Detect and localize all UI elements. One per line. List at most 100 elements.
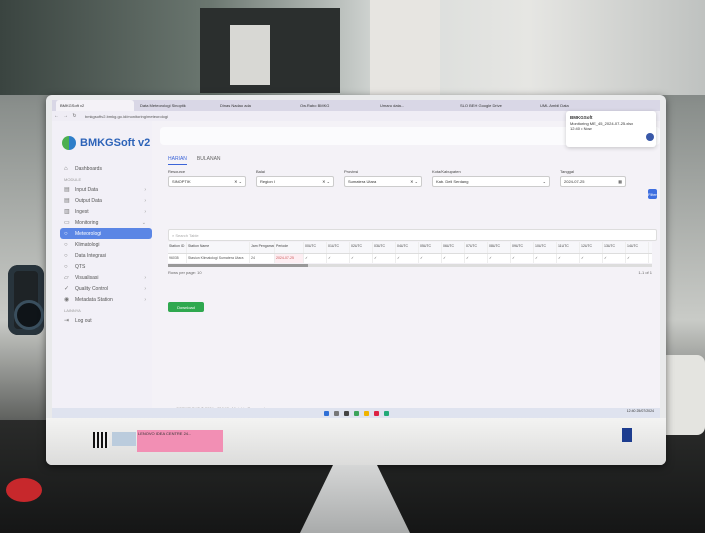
back-icon[interactable]: ← bbox=[52, 113, 61, 119]
avatar[interactable] bbox=[646, 133, 654, 141]
search-icon[interactable] bbox=[333, 410, 339, 416]
pagination[interactable]: 1-1 of 1 bbox=[638, 270, 652, 275]
table-cell: ✓ bbox=[511, 254, 534, 263]
column-header[interactable]: 06UTC bbox=[442, 242, 465, 253]
chart-icon: ▱ bbox=[64, 275, 69, 281]
notification-title: BMKGSoft bbox=[570, 115, 593, 120]
sidebar-item-input-data[interactable]: ▤ Input Data › bbox=[60, 184, 152, 195]
provinsi-select[interactable]: Sumatera Utara ✕ ⌄ bbox=[344, 176, 422, 187]
table-search-input[interactable]: ⌕ Search Table bbox=[168, 229, 657, 241]
column-header[interactable]: 14UTC bbox=[626, 242, 649, 253]
column-header[interactable]: 03UTC bbox=[373, 242, 396, 253]
sidebar-item-metadata-station[interactable]: ◉ Metadata Station › bbox=[60, 294, 152, 305]
balai-select[interactable]: Region I ✕ ⌄ bbox=[256, 176, 334, 187]
table-cell: ✓ bbox=[534, 254, 557, 263]
sidebar-menu: ⌂ Dashboards MODULE ▤ Input Data › ▤ Output … bbox=[60, 163, 152, 326]
qr-sticker bbox=[93, 432, 109, 448]
section-label-lainnya: LAINNYA bbox=[64, 307, 81, 313]
sidebar-item-qts[interactable]: ○ QTS bbox=[60, 261, 152, 272]
column-header[interactable]: 11UTC bbox=[557, 242, 580, 253]
start-icon[interactable] bbox=[323, 410, 329, 416]
column-header[interactable]: Jam Pengamatan bbox=[250, 242, 275, 253]
app: BMKGSoft v2 ⌂ Dashboards MODULE ▤ Input Da… bbox=[52, 111, 660, 418]
brand-badge bbox=[622, 428, 632, 442]
table-row[interactable]: 96035 Stasiun Klimatologi Sumatera Utara 2… bbox=[168, 254, 652, 263]
column-header[interactable]: 01UTC bbox=[327, 242, 350, 253]
database-icon: ▥ bbox=[64, 209, 70, 215]
taskbar bbox=[52, 408, 660, 418]
sidebar-item-quality-control[interactable]: ✓ Quality Control › bbox=[60, 283, 152, 294]
chevron-right-icon: › bbox=[144, 296, 146, 303]
browser-tab[interactable]: BMKGSoft v2 bbox=[56, 100, 134, 111]
browser-tab[interactable]: Dinas Nadao ada bbox=[216, 100, 294, 111]
table-cell: 96035 bbox=[168, 254, 187, 263]
filter-resource: Resource SINOPTIK ✕ ⌄ bbox=[168, 169, 246, 199]
sidebar-item-dashboard[interactable]: ⌂ Dashboards bbox=[60, 163, 152, 174]
column-header[interactable]: Station ID bbox=[168, 242, 187, 253]
browser-tab[interactable]: UML Ambil Data bbox=[536, 100, 614, 111]
forward-icon[interactable]: → bbox=[61, 113, 70, 119]
chrome-icon[interactable] bbox=[353, 410, 359, 416]
document-icon: ▤ bbox=[64, 198, 70, 204]
pink-note: LENOVO IDEA CENTRE 24... bbox=[137, 430, 223, 452]
column-header[interactable]: 08UTC bbox=[488, 242, 511, 253]
sidebar-item-meteorologi[interactable]: ○ Meteorologi bbox=[60, 228, 152, 239]
sidebar-item-monitoring[interactable]: ▭ Monitoring ⌄ bbox=[60, 217, 152, 228]
browser-tabbar: BMKGSoft v2 Data Meteorologi Sinoptik Di… bbox=[52, 100, 660, 111]
column-header[interactable]: Station Name bbox=[187, 242, 250, 253]
brand: BMKGSoft v2 bbox=[62, 136, 150, 150]
scrollbar-thumb[interactable] bbox=[168, 264, 308, 267]
explorer-icon[interactable] bbox=[363, 410, 369, 416]
background-pillar bbox=[370, 0, 440, 95]
resource-select[interactable]: SINOPTIK ✕ ⌄ bbox=[168, 176, 246, 187]
column-header[interactable]: 12UTC bbox=[580, 242, 603, 253]
column-header[interactable]: 04UTC bbox=[396, 242, 419, 253]
table-cell: 2024-07-25 bbox=[275, 254, 304, 263]
table-cell: ✓ bbox=[304, 254, 327, 263]
filter-button[interactable]: Filter bbox=[648, 189, 657, 199]
reload-icon[interactable]: ↻ bbox=[70, 113, 79, 119]
browser-tab[interactable]: Umaru data... bbox=[376, 100, 454, 111]
table-cell: ✓ bbox=[557, 254, 580, 263]
column-header[interactable]: 05UTC bbox=[419, 242, 442, 253]
tab-harian[interactable]: HARIAN bbox=[168, 156, 187, 165]
check-icon: ✓ bbox=[64, 286, 70, 292]
browser-tab[interactable]: Ow.Rabo BMKG bbox=[296, 100, 374, 111]
table-cell: ✓ bbox=[580, 254, 603, 263]
background-door bbox=[200, 8, 340, 93]
filter-provinsi: Provinsi Sumatera Utara ✕ ⌄ bbox=[344, 169, 422, 199]
filter-tanggal: Tanggal 2024-07-25 ▦ bbox=[560, 169, 626, 199]
table-cell: ✓ bbox=[465, 254, 488, 263]
column-header[interactable]: 00UTC bbox=[304, 242, 327, 253]
column-header[interactable]: 07UTC bbox=[465, 242, 488, 253]
download-button[interactable]: Download bbox=[168, 302, 204, 312]
sidebar-item-visualisasi[interactable]: ▱ Visualisasi › bbox=[60, 272, 152, 283]
column-header[interactable]: 09UTC bbox=[511, 242, 534, 253]
speaker-cone bbox=[14, 300, 44, 330]
app-icon[interactable] bbox=[373, 410, 379, 416]
sidebar-item-data-integrasi[interactable]: ○ Data Integrasi bbox=[60, 250, 152, 261]
logout-icon: ⇥ bbox=[64, 318, 70, 324]
sidebar-item-output-data[interactable]: ▤ Output Data › bbox=[60, 195, 152, 206]
tab-bulanan[interactable]: BULANAN bbox=[197, 156, 221, 165]
column-header[interactable]: 13UTC bbox=[603, 242, 626, 253]
column-header[interactable]: 10UTC bbox=[534, 242, 557, 253]
taskview-icon[interactable] bbox=[343, 410, 349, 416]
browser-tab[interactable]: SLO BEH Google Drive bbox=[456, 100, 534, 111]
url-field[interactable]: bmkgsoftv2.bmkg.go.id/monitoring/meteoro… bbox=[85, 114, 168, 119]
system-tray[interactable]: 12:40 25/07/2024 bbox=[627, 409, 654, 413]
column-header[interactable]: 02UTC bbox=[350, 242, 373, 253]
main-content: BMKGSoft Monitoring ME_45_2024-07-25.xls… bbox=[156, 111, 660, 418]
tanggal-input[interactable]: 2024-07-25 ▦ bbox=[560, 176, 626, 187]
column-header[interactable]: Periode bbox=[275, 242, 304, 253]
rows-per-page[interactable]: Rows per page: 10 bbox=[168, 270, 652, 275]
sidebar-item-klimatologi[interactable]: ○ Klimatologi bbox=[60, 239, 152, 250]
browser-tab[interactable]: Data Meteorologi Sinoptik bbox=[136, 100, 214, 111]
sidebar-item-ingest[interactable]: ▥ Ingest › bbox=[60, 206, 152, 217]
filter-label: Tanggal bbox=[560, 169, 575, 174]
app-icon[interactable] bbox=[383, 410, 389, 416]
notification-popup[interactable]: BMKGSoft Monitoring ME_45_2024-07-25.xls… bbox=[566, 111, 656, 147]
monitor-icon: ▭ bbox=[64, 220, 70, 226]
sidebar-item-logout[interactable]: ⇥ Log out bbox=[60, 315, 152, 326]
kota-select[interactable]: Kab. Deli Serdang ⌄ bbox=[432, 176, 550, 187]
